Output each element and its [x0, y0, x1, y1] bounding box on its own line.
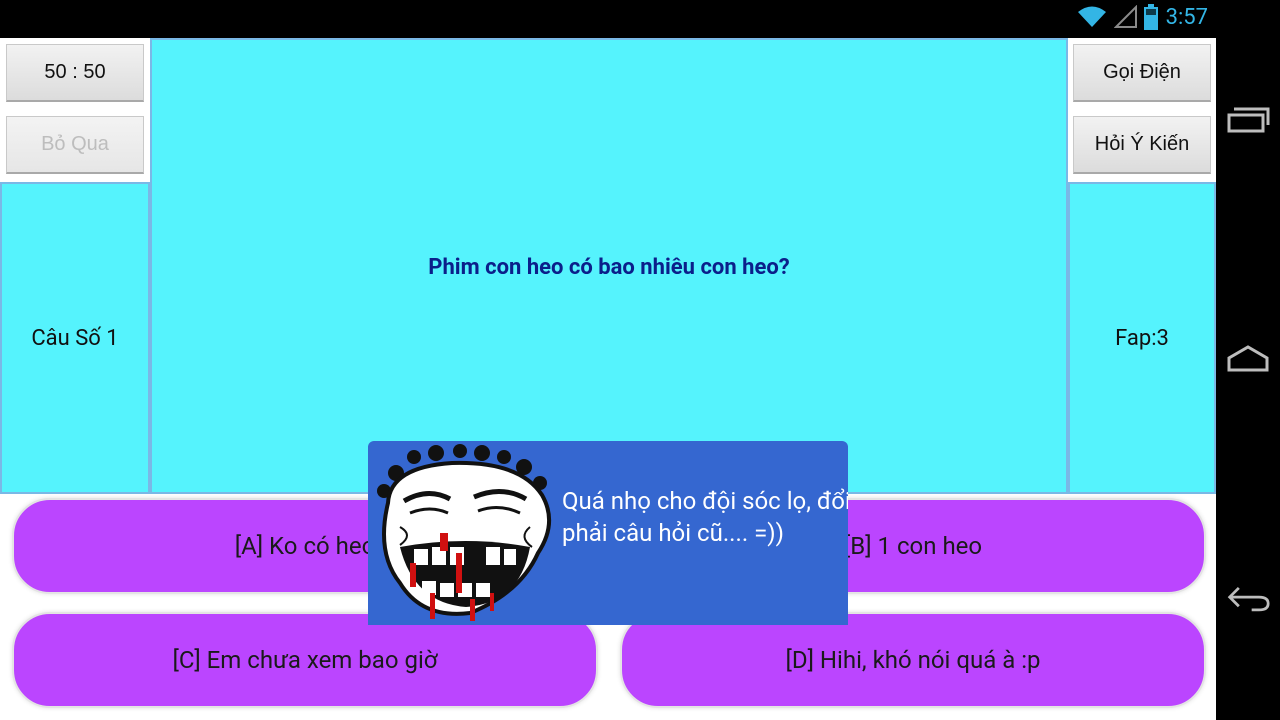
fifty-fifty-button[interactable]: 50 : 50 [6, 44, 144, 102]
answer-d-button[interactable]: [D] Hihi, khó nói quá à :p [620, 612, 1206, 708]
answer-a-label: [A] Ko có heo [234, 532, 376, 560]
wifi-icon [1076, 5, 1108, 33]
question-text: Phim con heo có bao nhiêu con heo? [428, 255, 790, 280]
status-bar: 3:57 [0, 0, 1280, 38]
answer-c-button[interactable]: [C] Em chưa xem bao giờ [12, 612, 598, 708]
score-panel: Fap:3 [1068, 182, 1216, 494]
signal-icon [1113, 4, 1138, 33]
status-icons [1076, 4, 1158, 34]
skip-button[interactable]: Bỏ Qua [6, 116, 144, 174]
answer-c-label: [C] Em chưa xem bao giờ [172, 646, 438, 674]
back-icon[interactable] [1226, 576, 1270, 620]
ask-audience-button[interactable]: Hỏi Ý Kiến [1073, 116, 1211, 174]
question-panel: Phim con heo có bao nhiêu con heo? [150, 38, 1068, 494]
home-icon[interactable] [1226, 336, 1270, 380]
toast-message: Quá nhọ cho đội sóc lọ, đổi phải câu hỏi… [368, 441, 848, 625]
navigation-bar [1216, 38, 1280, 720]
toast-text: Quá nhọ cho đội sóc lọ, đổi phải câu hỏi… [562, 487, 848, 547]
score-label: Fap:3 [1115, 325, 1169, 351]
answer-b-label: [B] 1 con heo [843, 532, 983, 560]
clock: 3:57 [1165, 5, 1208, 30]
recent-apps-icon[interactable] [1226, 98, 1270, 142]
answer-d-label: [D] Hihi, khó nói quá à :p [785, 646, 1041, 674]
troll-face-icon [370, 443, 560, 625]
battery-icon [1144, 4, 1158, 34]
question-number-label: Câu Số 1 [31, 325, 119, 351]
question-number-panel: Câu Số 1 [0, 182, 150, 494]
game-screen: 50 : 50 Bỏ Qua Gọi Điện Hỏi Ý Kiến Câu S… [0, 38, 1216, 720]
phone-friend-button[interactable]: Gọi Điện [1073, 44, 1211, 102]
